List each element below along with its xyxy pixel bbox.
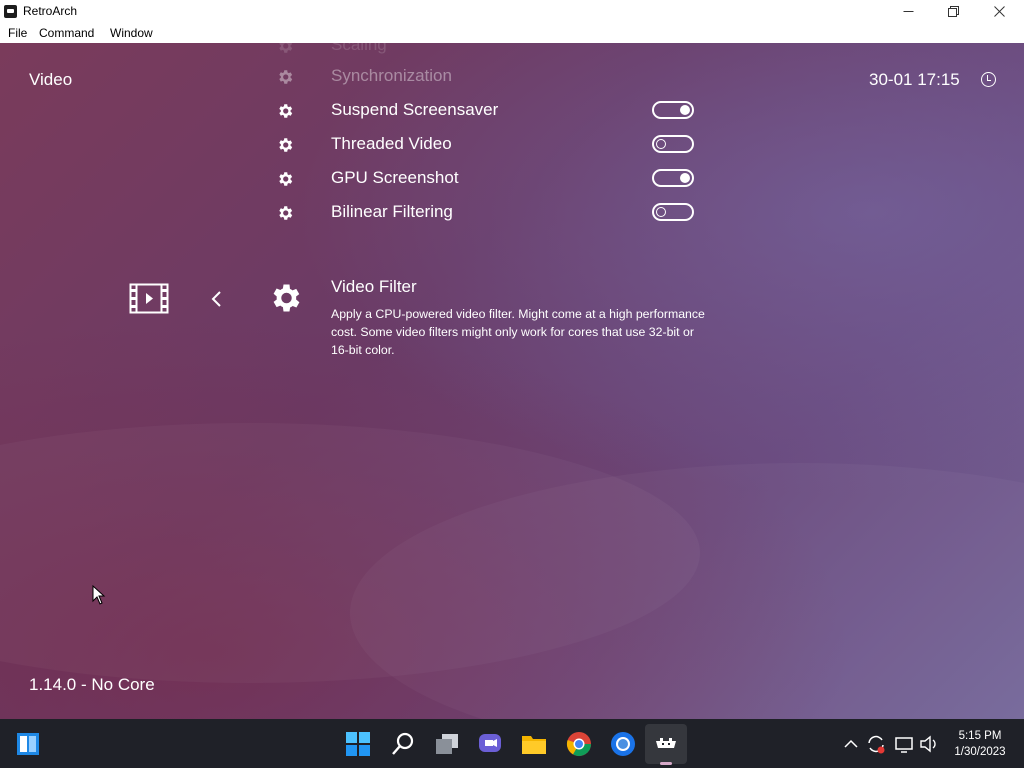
taskbar-time: 5:15 PM — [958, 730, 1002, 742]
menu-item-label: Suspend Screensaver — [331, 100, 499, 119]
volume-icon[interactable] — [918, 731, 940, 757]
toggle-suspend-screensaver[interactable] — [652, 101, 694, 119]
gear-icon — [279, 43, 293, 53]
taskbar-clock[interactable]: 5:15 PM 1/30/2023 — [948, 728, 1012, 760]
selected-item-description: Apply a CPU-powered video filter. Might … — [331, 307, 705, 357]
version-label: 1.14.0 - No Core — [29, 675, 155, 694]
chrome-alt-icon[interactable] — [610, 731, 636, 757]
menu-item-gpu-screenshot[interactable]: GPU Screenshot — [270, 164, 710, 194]
section-title: Video — [29, 70, 73, 89]
clock-icon — [981, 72, 996, 87]
toggle-bilinear-filtering[interactable] — [652, 203, 694, 221]
menu-item-synchronization[interactable]: Synchronization — [270, 62, 710, 92]
search-icon[interactable] — [390, 731, 416, 757]
menu-item-label: Threaded Video — [331, 134, 452, 153]
menu-item-label: Synchronization — [331, 66, 452, 85]
retroarch-icon[interactable] — [653, 731, 679, 757]
gears-icon — [279, 70, 293, 84]
minimize-icon — [903, 11, 913, 12]
menu-command[interactable]: Command — [39, 26, 94, 40]
retroarch-content: Video 30-01 17:15 Scaling Synchronizatio… — [0, 43, 1024, 719]
toggle-knob — [680, 173, 690, 183]
toggle-knob — [656, 207, 666, 217]
retroarch-app-icon — [4, 5, 17, 18]
chevron-up-icon[interactable] — [843, 731, 859, 757]
windows-start-icon[interactable] — [345, 731, 371, 757]
menu-file[interactable]: File — [8, 26, 27, 40]
start-icon[interactable] — [15, 731, 41, 757]
gear-icon — [279, 206, 293, 220]
selected-item-title[interactable]: Video Filter — [331, 277, 417, 297]
mouse-cursor-icon — [92, 585, 106, 605]
network-icon[interactable] — [893, 731, 915, 757]
restore-button[interactable] — [930, 0, 976, 23]
menu-item-label: Scaling — [331, 43, 387, 54]
menu-bar: File Command Window — [0, 23, 1024, 43]
menu-item-threaded-video[interactable]: Threaded Video — [270, 130, 710, 160]
sync-icon[interactable] — [865, 731, 887, 757]
gear-icon — [279, 104, 293, 118]
gear-icon — [279, 172, 293, 186]
chat-icon[interactable] — [477, 731, 503, 757]
toggle-threaded-video[interactable] — [652, 135, 694, 153]
toggle-gpu-screenshot[interactable] — [652, 169, 694, 187]
video-filter-gear-icon[interactable] — [267, 280, 303, 316]
restore-icon — [947, 6, 959, 17]
clock: 30-01 17:15 — [869, 70, 960, 89]
close-icon — [993, 6, 1005, 17]
title-bar: RetroArch — [0, 0, 1024, 23]
task-view-icon[interactable] — [434, 731, 460, 757]
taskbar: 5:15 PM 1/30/2023 — [0, 719, 1024, 768]
taskbar-date: 1/30/2023 — [954, 746, 1006, 758]
menu-item-scaling[interactable]: Scaling — [270, 43, 710, 61]
gear-icon — [279, 138, 293, 152]
toggle-knob — [680, 105, 690, 115]
menu-item-label: GPU Screenshot — [331, 168, 459, 187]
file-explorer-icon[interactable] — [521, 731, 547, 757]
video-film-icon[interactable] — [129, 283, 169, 314]
chrome-icon[interactable] — [566, 731, 592, 757]
menu-window[interactable]: Window — [110, 26, 153, 40]
minimize-button[interactable] — [885, 0, 931, 23]
back-arrow-icon[interactable] — [209, 290, 223, 308]
window-title: RetroArch — [23, 4, 78, 18]
menu-item-label: Bilinear Filtering — [331, 202, 453, 221]
toggle-knob — [656, 139, 666, 149]
menu-item-bilinear-filtering[interactable]: Bilinear Filtering — [270, 198, 710, 228]
menu-item-suspend-screensaver[interactable]: Suspend Screensaver — [270, 96, 710, 126]
close-button[interactable] — [976, 0, 1022, 23]
